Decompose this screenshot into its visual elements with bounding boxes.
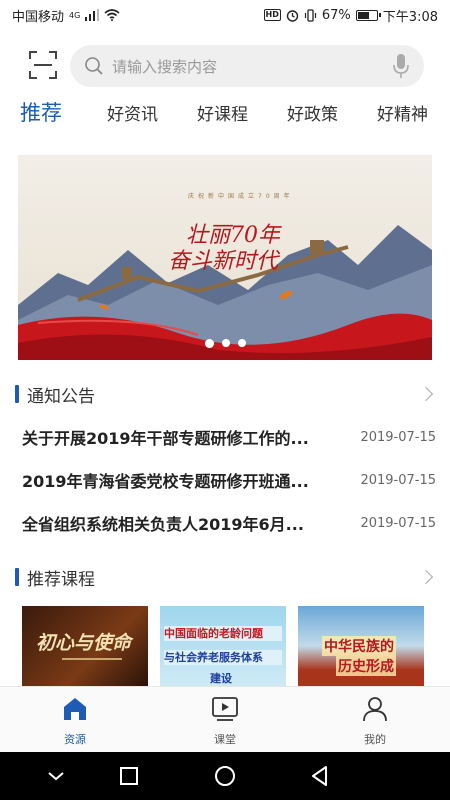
course-title-line2: 历史形成 [336,656,396,676]
signal-icon [85,9,100,21]
course-divider [62,658,122,660]
chevron-right-icon [418,386,434,402]
clock: 下午3:08 [382,9,438,25]
status-right: HD 67% 下午3:08 [263,6,438,25]
search-input[interactable]: 请输入搜索内容 [70,45,424,87]
banner-headline: 壮丽70年 奋斗新时代 [168,223,280,275]
network-label: 4G [69,10,81,20]
battery-percent: 67% [321,7,351,23]
scan-button[interactable] [28,50,58,80]
notice-title: 全省组织系统相关负责人2019年6月... [22,515,304,534]
scan-icon [29,51,57,79]
home-circle-icon[interactable] [213,764,237,788]
notice-item[interactable]: 2019年青海省委党校专题研修开班通... 2019-07-15 [22,465,436,495]
tab-policy[interactable]: 好政策 [287,100,338,125]
section-accent-bar [15,385,19,403]
back-icon[interactable] [308,764,332,788]
nav-label: 资源 [64,733,86,746]
chevron-down-icon[interactable] [44,764,68,788]
nav-label: 课堂 [214,733,236,746]
wifi-icon [104,9,120,21]
nav-profile[interactable]: 我的 [335,695,415,747]
banner-caption: 庆祝新中国成立70周年 [188,193,294,200]
person-icon [363,697,387,722]
carousel-dot[interactable] [237,339,246,347]
tab-courses[interactable]: 好课程 [197,100,248,125]
nav-classroom[interactable]: 课堂 [185,695,265,747]
course-title-line3: 建设 [210,672,232,685]
recents-icon[interactable] [117,764,141,788]
chevron-right-icon [418,569,434,585]
notices-title: 通知公告 [27,386,95,407]
tab-recommend[interactable]: 推荐 [20,97,62,127]
notices-header[interactable]: 通知公告 [15,382,435,407]
vibrate-icon [304,8,316,22]
courses-header[interactable]: 推荐课程 [15,565,435,590]
app-screen: 中国移动 4G HD 67% 下午3:08 请输入搜索内容 推荐 好资讯 好课程… [0,0,450,800]
alarm-icon [286,9,299,22]
tab-news[interactable]: 好资讯 [107,100,158,125]
course-title-line2: 与社会养老服务体系 [164,650,282,665]
status-left: 中国移动 4G [12,6,120,25]
system-nav-bar [0,752,450,800]
notice-date: 2019-07-15 [360,515,436,531]
bottom-nav: 资源 课堂 我的 [0,686,450,752]
search-placeholder: 请输入搜索内容 [112,57,218,76]
carousel-dot[interactable] [221,339,230,347]
course-card[interactable]: 初心与使命 [22,606,148,686]
microphone-icon[interactable] [392,53,410,79]
nav-label: 我的 [364,733,386,746]
section-accent-bar [15,568,19,586]
hd-icon: HD [263,9,281,21]
course-title: 初心与使命 [36,632,132,654]
nav-resources[interactable]: 资源 [35,695,115,747]
notice-item[interactable]: 全省组织系统相关负责人2019年6月... 2019-07-15 [22,508,436,538]
home-icon [64,698,86,720]
banner-headline-line2: 奋斗新时代 [168,249,279,274]
battery-icon [355,9,381,21]
category-tabs: 推荐 好资讯 好课程 好政策 好精神 [0,92,450,132]
course-title: 中国面临的老龄问题 [164,626,282,641]
banner-carousel[interactable]: 庆祝新中国成立70周年 壮丽70年 奋斗新时代 [18,155,432,360]
carousel-dot[interactable] [204,339,214,348]
banner-headline-line1: 壮丽70年 [186,223,280,248]
status-bar: 中国移动 4G HD 67% 下午3:08 [0,0,450,30]
notice-item[interactable]: 关于开展2019年干部专题研修工作的... 2019-07-15 [22,422,436,452]
tab-spirit[interactable]: 好精神 [377,100,428,125]
notice-date: 2019-07-15 [360,429,436,445]
search-row: 请输入搜索内容 [0,40,450,90]
course-list: 初心与使命 中国面临的老龄问题 与社会养老服务体系 建设 中华民族的 历史形成 [22,606,428,686]
course-card[interactable]: 中国面临的老龄问题 与社会养老服务体系 建设 [160,606,286,686]
video-play-icon [212,697,238,721]
courses-title: 推荐课程 [27,569,95,590]
carrier-label: 中国移动 [12,9,65,25]
battery-fill [357,11,370,19]
search-icon [85,57,103,75]
course-card[interactable]: 中华民族的 历史形成 [298,606,424,686]
course-title: 中华民族的 [322,636,396,656]
notice-title: 关于开展2019年干部专题研修工作的... [22,429,309,448]
notice-title: 2019年青海省委党校专题研修开班通... [22,472,309,491]
notice-date: 2019-07-15 [360,472,436,488]
carousel-dots [18,339,432,348]
